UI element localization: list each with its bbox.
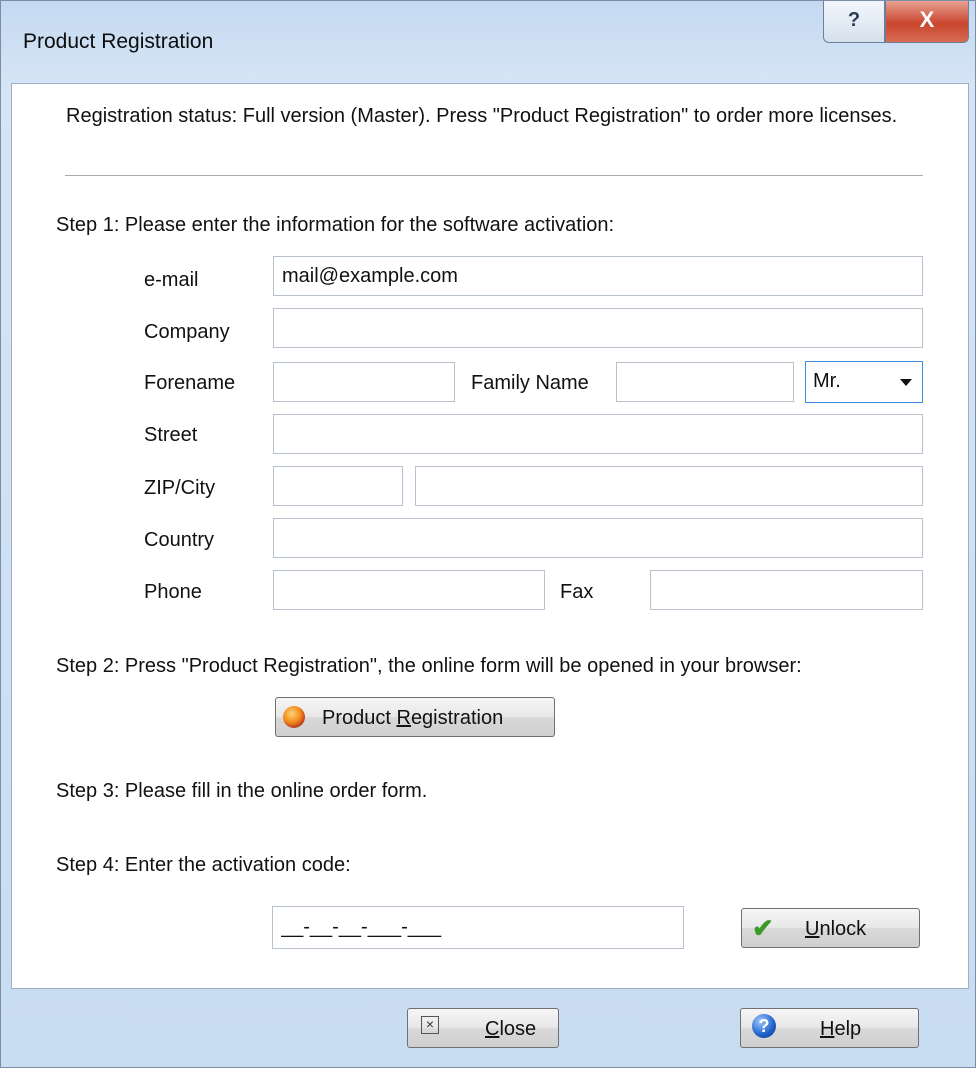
unlock-label-post: nlock — [819, 918, 867, 940]
step1-heading: Step 1: Please enter the information for… — [56, 214, 615, 236]
registration-status-text: Registration status: Full version (Maste… — [66, 105, 898, 127]
forename-label: Forename — [144, 372, 236, 394]
fax-field[interactable] — [650, 570, 923, 610]
phone-label: Phone — [144, 581, 202, 603]
help-button[interactable]: ? Help — [740, 1008, 919, 1048]
titlebar-close-button[interactable]: X — [885, 1, 969, 43]
forename-field[interactable] — [273, 362, 455, 402]
street-field[interactable] — [273, 414, 923, 454]
help-label-post: elp — [834, 1018, 862, 1040]
city-field[interactable] — [415, 466, 923, 506]
registration-label-post: egistration — [410, 707, 504, 729]
globe-icon — [283, 706, 305, 728]
registration-label-accel: R — [396, 707, 411, 729]
unlock-button[interactable]: ✔ Unlock — [741, 908, 920, 948]
zip-city-label: ZIP/City — [144, 477, 216, 499]
question-mark-icon: ? — [847, 9, 861, 31]
phone-field[interactable] — [273, 570, 545, 610]
close-button[interactable]: × Close — [407, 1008, 559, 1048]
titlebar-help-button[interactable]: ? — [823, 1, 885, 43]
email-field[interactable] — [273, 256, 923, 296]
help-label-accel: H — [820, 1018, 835, 1040]
step3-heading: Step 3: Please fill in the online order … — [56, 780, 428, 802]
registration-label-pre: Product — [322, 707, 397, 729]
street-label: Street — [144, 424, 198, 446]
product-registration-button[interactable]: Product Registration — [275, 697, 555, 737]
step2-heading: Step 2: Press "Product Registration", th… — [56, 655, 802, 677]
country-label: Country — [144, 529, 215, 551]
checkmark-icon: ✔ — [752, 913, 774, 943]
salutation-dropdown[interactable]: Mr. — [805, 361, 923, 403]
family-name-field[interactable] — [616, 362, 794, 402]
product-registration-dialog: Product Registration ? X Registration st… — [0, 0, 976, 1068]
close-icon: × — [421, 1016, 439, 1034]
zip-field[interactable] — [273, 466, 403, 506]
salutation-value: Mr. — [813, 370, 841, 392]
company-label: Company — [144, 321, 230, 343]
dialog-content: Registration status: Full version (Maste… — [11, 83, 969, 989]
unlock-label-accel: U — [805, 918, 820, 940]
title-bar: Product Registration ? X — [1, 1, 976, 83]
family-name-label: Family Name — [471, 372, 589, 394]
separator — [65, 175, 923, 176]
fax-label: Fax — [560, 581, 594, 603]
help-icon: ? — [752, 1014, 776, 1038]
close-label-post: lose — [499, 1018, 537, 1040]
company-field[interactable] — [273, 308, 923, 348]
window-title: Product Registration — [23, 30, 214, 53]
email-label: e-mail — [144, 269, 199, 291]
chevron-down-icon — [900, 379, 912, 386]
country-field[interactable] — [273, 518, 923, 558]
step4-heading: Step 4: Enter the activation code: — [56, 854, 351, 876]
close-label-accel: C — [485, 1018, 500, 1040]
close-x-icon: X — [919, 7, 935, 32]
activation-code-field[interactable] — [272, 906, 684, 949]
